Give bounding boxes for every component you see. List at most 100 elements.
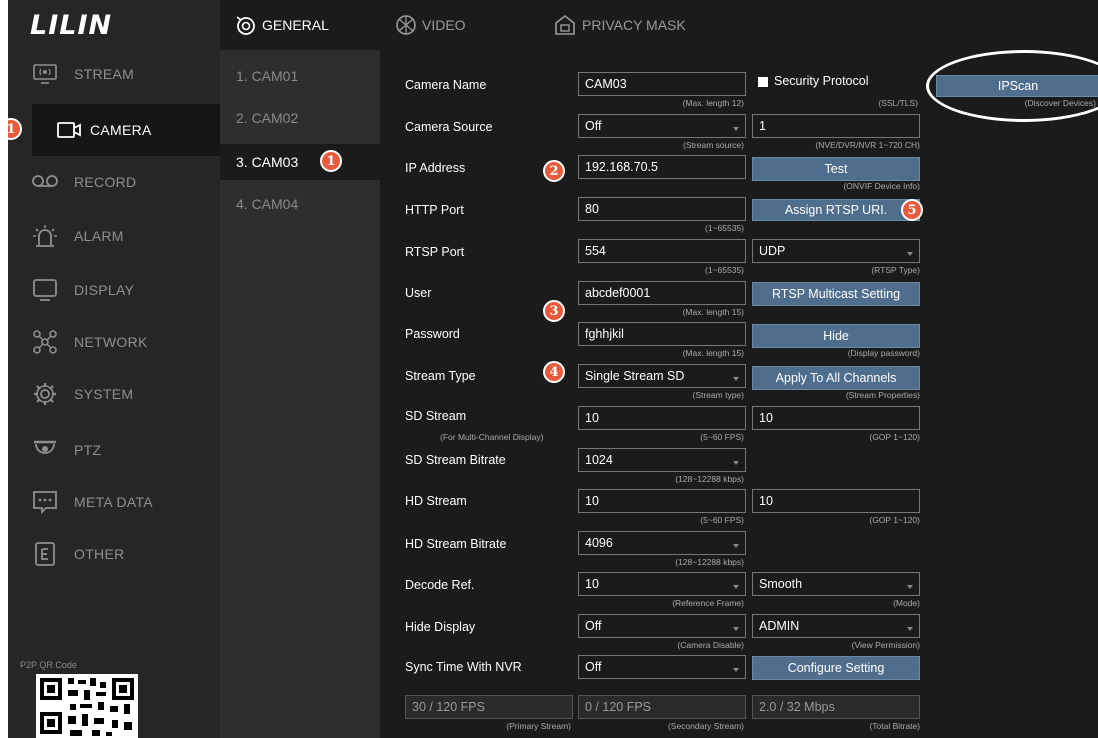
- hd-bitrate-select[interactable]: 4096: [578, 531, 746, 555]
- channel-hint: (NVE/DVR/NVR 1~720 CH): [815, 140, 920, 150]
- sidebar-item-label: DISPLAY: [74, 282, 135, 298]
- secondary-stream-stat: 0 / 120 FPS: [578, 695, 746, 719]
- camera-source-select[interactable]: Off: [578, 114, 746, 138]
- sidebar-item-label: CAMERA: [90, 122, 152, 138]
- sd-stream-gop-hint: (GOP 1~120): [869, 432, 920, 442]
- annotation-badge-2: 2: [543, 160, 565, 182]
- sidebar-item-meta-data[interactable]: META DATA: [8, 476, 220, 528]
- hide-password-button[interactable]: Hide: [752, 324, 920, 348]
- camera-icon: [54, 116, 84, 144]
- ip-address-label: IP Address: [405, 161, 466, 175]
- rtsp-type-select[interactable]: UDP: [752, 239, 920, 263]
- hd-stream-gop-hint: (GOP 1~120): [869, 515, 920, 525]
- decode-ref-label: Decode Ref.: [405, 578, 475, 592]
- tab-privacy-mask[interactable]: PRIVACY MASK: [538, 0, 758, 50]
- tab-video[interactable]: VIDEO: [380, 0, 520, 50]
- p2p-qr-label: P2P QR Code: [20, 660, 77, 670]
- record-icon: [30, 168, 60, 196]
- sidebar-item-label: RECORD: [74, 174, 137, 190]
- sidebar: LILIN STREAM CAMERA RECORD ALARM DISPLAY…: [8, 0, 220, 738]
- annotation-badge-3: 3: [543, 300, 565, 322]
- total-bitrate-hint: (Total Bitrate): [869, 721, 920, 731]
- user-input[interactable]: abcdef0001: [578, 281, 746, 305]
- alarm-icon: [30, 222, 60, 250]
- annotation-badge-4: 4: [543, 361, 565, 383]
- camera-name-input[interactable]: CAM03: [578, 72, 746, 96]
- sidebar-item-label: PTZ: [74, 442, 102, 458]
- camera-list-item-cam02[interactable]: 2. CAM02: [220, 100, 380, 136]
- gear-icon: [30, 380, 60, 408]
- sidebar-item-alarm[interactable]: ALARM: [8, 210, 220, 262]
- sidebar-item-system[interactable]: SYSTEM: [8, 368, 220, 420]
- general-icon: [234, 14, 258, 36]
- stream-icon: [30, 60, 60, 88]
- assign-rtsp-uri-button[interactable]: Assign RTSP URI.: [752, 199, 920, 221]
- apply-to-all-channels-button[interactable]: Apply To All Channels: [752, 366, 920, 390]
- hide-display-label: Hide Display: [405, 620, 476, 634]
- hd-stream-gop-input[interactable]: 10: [752, 489, 920, 513]
- ip-address-input[interactable]: 192.168.70.5: [578, 155, 746, 179]
- hide-display-hint: (Camera Disable): [677, 640, 744, 650]
- hide-display-select[interactable]: Off: [578, 614, 746, 638]
- other-icon: [30, 540, 60, 568]
- security-protocol-label: Security Protocol: [774, 74, 869, 88]
- sidebar-item-camera[interactable]: CAMERA: [32, 104, 220, 156]
- http-port-input[interactable]: 80: [578, 197, 746, 221]
- sd-bitrate-label: SD Stream Bitrate: [405, 453, 506, 467]
- qr-code-image: [36, 674, 138, 738]
- sidebar-item-label: OTHER: [74, 546, 125, 562]
- sync-time-label: Sync Time With NVR: [405, 660, 522, 674]
- privacy-mask-icon: [552, 13, 578, 37]
- sd-stream-fps-input[interactable]: 10: [578, 406, 746, 430]
- tab-general[interactable]: GENERAL: [220, 0, 388, 50]
- sidebar-item-record[interactable]: RECORD: [8, 156, 220, 208]
- channel-input[interactable]: 1: [752, 114, 920, 138]
- test-button[interactable]: Test: [752, 157, 920, 181]
- video-icon: [394, 13, 418, 37]
- camera-list-item-cam04[interactable]: 4. CAM04: [220, 186, 380, 222]
- annotation-badge-5: 5: [901, 199, 923, 221]
- hide-password-hint: (Display password): [847, 348, 920, 358]
- rtsp-multicast-setting-button[interactable]: RTSP Multicast Setting: [752, 282, 920, 306]
- apply-hint: (Stream Properties): [845, 390, 920, 400]
- hd-bitrate-label: HD Stream Bitrate: [405, 537, 507, 551]
- tab-label: VIDEO: [422, 17, 466, 33]
- sync-time-select[interactable]: Off: [578, 655, 746, 679]
- rtsp-port-input[interactable]: 554: [578, 239, 746, 263]
- sidebar-item-label: NETWORK: [74, 334, 148, 350]
- view-permission-select[interactable]: ADMIN: [752, 614, 920, 638]
- hd-stream-fps-input[interactable]: 10: [578, 489, 746, 513]
- sidebar-item-ptz[interactable]: PTZ: [8, 424, 220, 476]
- metadata-icon: [30, 488, 60, 516]
- sd-stream-label: SD Stream: [405, 409, 467, 423]
- password-input[interactable]: fghhjkil: [578, 322, 746, 346]
- sd-bitrate-hint: (128~12288 kbps): [675, 474, 744, 484]
- sidebar-item-label: META DATA: [74, 494, 153, 510]
- sidebar-item-other[interactable]: OTHER: [8, 528, 220, 580]
- ptz-icon: [30, 436, 60, 464]
- user-label: User: [405, 286, 432, 300]
- camera-source-hint: (Stream source): [683, 140, 744, 150]
- sidebar-item-label: SYSTEM: [74, 386, 134, 402]
- tab-label: GENERAL: [262, 17, 329, 33]
- sd-bitrate-select[interactable]: 1024: [578, 448, 746, 472]
- annotation-badge-1-camlist: 1: [320, 150, 342, 172]
- camera-list-item-cam01[interactable]: 1. CAM01: [220, 58, 380, 94]
- sidebar-item-stream[interactable]: STREAM: [8, 48, 220, 100]
- security-protocol-checkbox[interactable]: [758, 77, 768, 87]
- decode-ref-select[interactable]: 10: [578, 572, 746, 596]
- sd-stream-gop-input[interactable]: 10: [752, 406, 920, 430]
- stream-type-select[interactable]: Single Stream SD: [578, 364, 746, 388]
- hd-stream-label: HD Stream: [405, 494, 467, 508]
- logo: LILIN: [30, 10, 113, 41]
- user-hint: (Max. length 15): [682, 307, 744, 317]
- security-protocol-hint: (SSL/TLS): [878, 98, 918, 108]
- decode-mode-select[interactable]: Smooth: [752, 572, 920, 596]
- camera-list-item-cam03[interactable]: 3. CAM03: [220, 144, 380, 180]
- sidebar-item-display[interactable]: DISPLAY: [8, 264, 220, 316]
- tab-label: PRIVACY MASK: [582, 17, 686, 33]
- sidebar-item-network[interactable]: NETWORK: [8, 316, 220, 368]
- sd-stream-fps-hint: (5~60 FPS): [700, 432, 744, 442]
- configure-setting-button[interactable]: Configure Setting: [752, 656, 920, 680]
- rtsp-port-hint: (1~65535): [705, 265, 744, 275]
